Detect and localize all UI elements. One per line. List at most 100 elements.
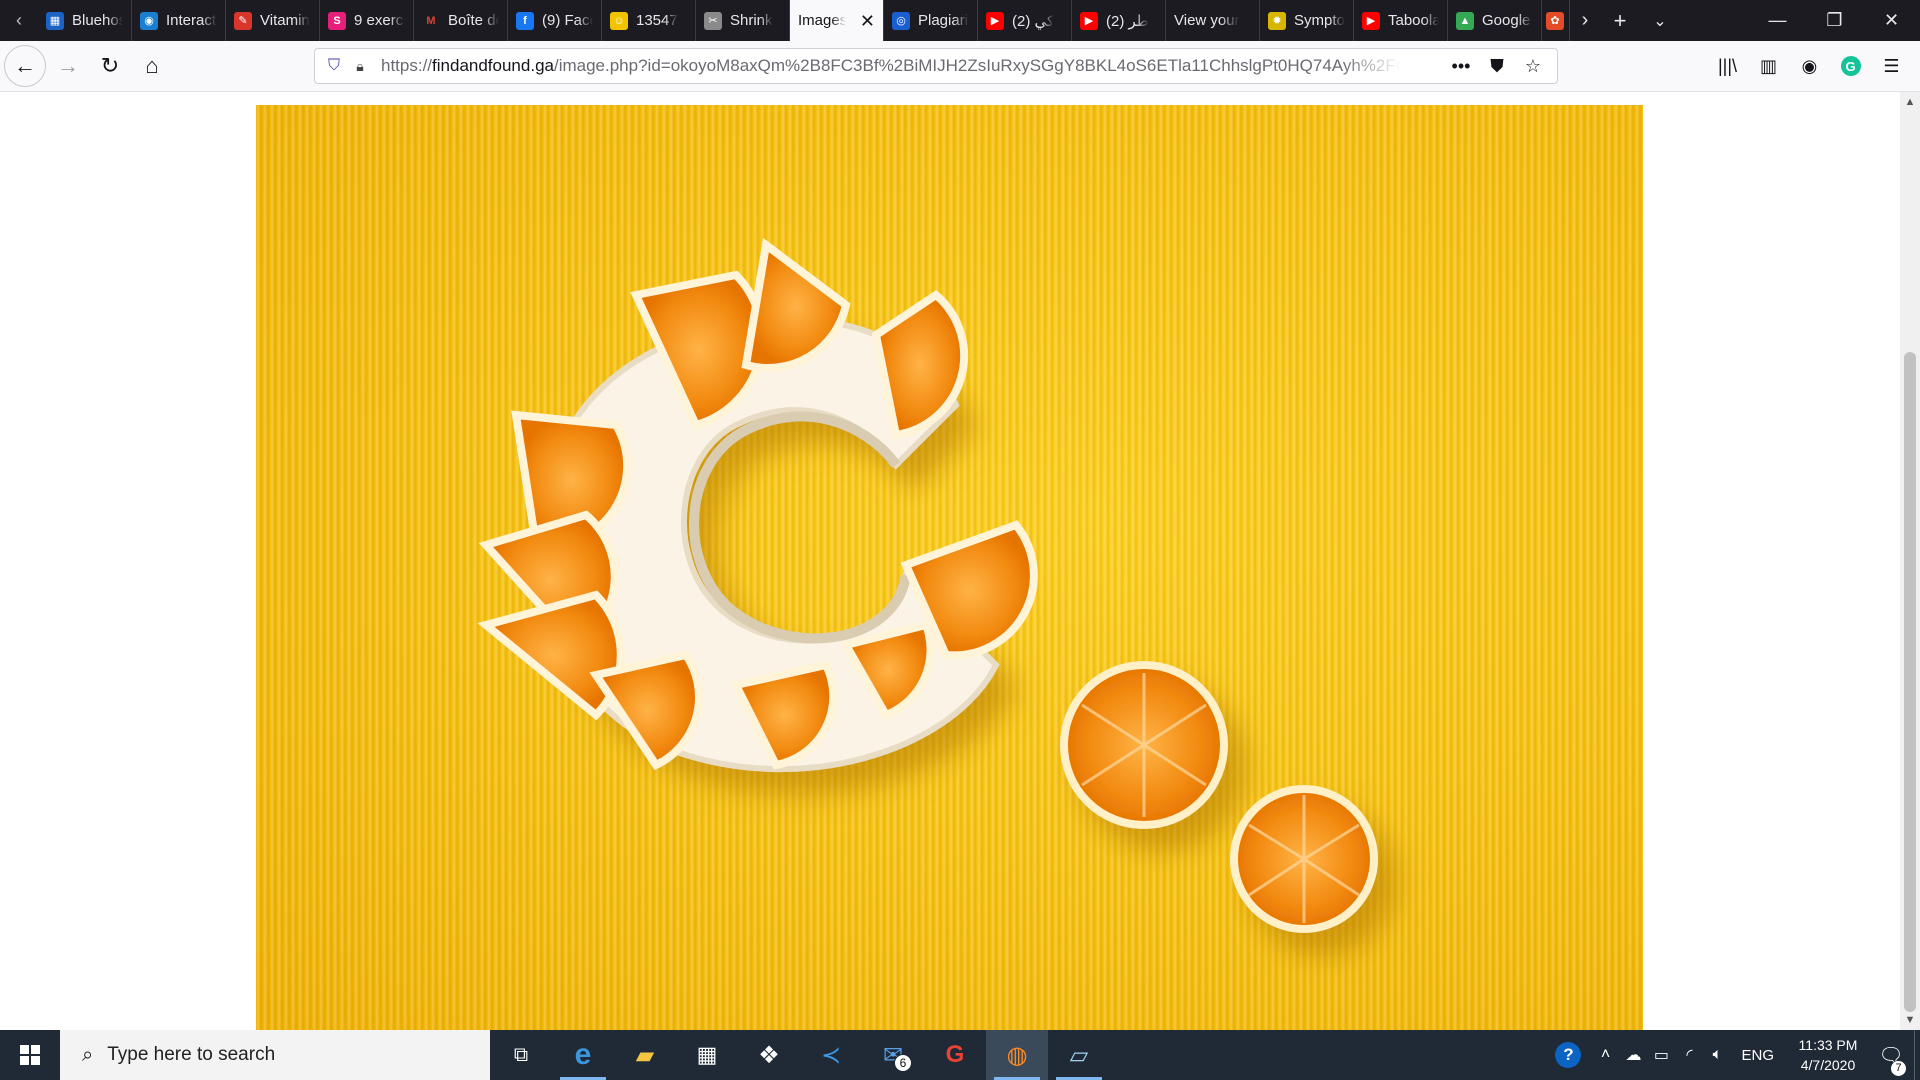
lock-icon[interactable]: 🔒︎ (349, 58, 371, 75)
tracking-protection-shield-icon[interactable]: ⛉ (319, 57, 349, 75)
windows-taskbar: ⌕ Type here to search ⧉ e ▰ ▦ ❖ ≺ ✉ 6 G … (0, 1030, 1920, 1080)
tab-14[interactable]: ▶ Taboola (1354, 0, 1448, 41)
shrink-icon: ✂ (704, 11, 722, 30)
mail-icon[interactable]: ✉ 6 (862, 1030, 924, 1080)
scroll-down-arrow-icon[interactable]: ▼ (1900, 1014, 1920, 1026)
grammarly-extension-icon[interactable]: G (1830, 46, 1871, 86)
tab-title: Boîte de réception (448, 12, 499, 29)
home-button[interactable]: ⌂ (132, 46, 172, 86)
wifi-icon[interactable]: ◜ (1675, 1045, 1703, 1065)
visual-studio-icon[interactable]: ≺ (800, 1030, 862, 1080)
tab-11[interactable]: ▶ (2) طر (1072, 0, 1166, 41)
youtube-icon: ▶ (986, 11, 1004, 30)
google-chrome-icon[interactable]: G (924, 1030, 986, 1080)
tab-13[interactable]: ✹ Symptoms (1260, 0, 1354, 41)
file-explorer-icon[interactable]: ▰ (614, 1030, 676, 1080)
new-tab-button[interactable]: + (1600, 0, 1640, 41)
tab-7[interactable]: ✂ Shrink (696, 0, 790, 41)
close-window-button[interactable]: ✕ (1863, 0, 1920, 41)
notification-count: 7 (1891, 1060, 1906, 1076)
tab-3[interactable]: S 9 exercises (320, 0, 414, 41)
restore-button[interactable]: ❐ (1806, 0, 1863, 41)
list-all-tabs-button[interactable]: ⌄ (1640, 0, 1680, 41)
gmail-icon: M (426, 14, 436, 27)
clock-date: 4/7/2020 (1800, 1057, 1856, 1073)
volume-icon[interactable]: 🔈︎ (1703, 1046, 1731, 1064)
url-text[interactable]: https://findandfound.ga/image.php?id=oko… (381, 56, 1401, 76)
taskbar-search-box[interactable]: ⌕ Type here to search (60, 1030, 490, 1080)
page-actions-menu-icon[interactable]: ••• (1443, 56, 1479, 77)
show-desktop-button[interactable] (1914, 1030, 1920, 1080)
grid-icon: ▦ (46, 11, 64, 30)
tab-scroll-right-button[interactable]: › (1570, 0, 1600, 41)
tab-title: Shrink (730, 12, 773, 29)
tab-title: Google Drive (1482, 12, 1533, 29)
tab-title: Vitamin (260, 12, 310, 29)
back-button[interactable]: ← (4, 45, 46, 87)
pocket-icon[interactable]: ⛊ (1479, 56, 1515, 77)
windows-logo-icon (20, 1045, 40, 1065)
tab-title: View your (1174, 12, 1240, 29)
tab-title: (2) طر (1106, 12, 1149, 30)
tab-title: Interactive (166, 12, 217, 29)
dropbox-icon[interactable]: ❖ (738, 1030, 800, 1080)
tab-9[interactable]: ◎ Plagiarism (884, 0, 978, 41)
show-hidden-icons-chevron-icon[interactable]: ˄ (1591, 1046, 1619, 1064)
tab-15[interactable]: ▲ Google Drive (1448, 0, 1542, 41)
tab-12[interactable]: View your (1166, 0, 1260, 41)
clock[interactable]: 11:33 PM 4/7/2020 (1788, 1035, 1868, 1075)
orange-round-slices (1060, 661, 1378, 933)
start-button[interactable] (0, 1030, 60, 1080)
library-icon[interactable]: |||\ (1707, 46, 1748, 86)
scrollbar-thumb[interactable] (1904, 352, 1916, 1012)
bookmark-star-icon[interactable]: ☆ (1515, 56, 1551, 77)
scroll-up-arrow-icon[interactable]: ▲ (1900, 96, 1920, 108)
forward-button[interactable]: → (48, 46, 88, 86)
facebook-icon: f (516, 11, 534, 30)
tab-10[interactable]: ▶ (2) كي (978, 0, 1072, 41)
tab-1[interactable]: ◉ Interactive (132, 0, 226, 41)
microsoft-store-icon[interactable]: ▦ (676, 1030, 738, 1080)
url-prefix: https:// (381, 56, 433, 75)
tab-strip: ‹ ▦ Bluehost ◉ Interactive ✎ Vitamin S 9 exerci… (0, 0, 1920, 41)
task-view-icon[interactable]: ⧉ (490, 1030, 552, 1080)
firefox-icon[interactable]: ◍ (986, 1030, 1048, 1080)
sidebar-icon[interactable]: ▥ (1748, 46, 1789, 86)
tab-0[interactable]: ▦ Bluehost (38, 0, 132, 41)
minimize-button[interactable]: — (1749, 0, 1806, 41)
mail-badge: 6 (894, 1054, 912, 1072)
youtube-icon: ▶ (1080, 11, 1098, 30)
tab-6[interactable]: ☺ 13547 (602, 0, 696, 41)
address-bar[interactable]: ⛉ 🔒︎ https://findandfound.ga/image.php?i… (314, 48, 1558, 84)
tab-16[interactable]: ✿ (1542, 0, 1570, 41)
drive-icon: ▲ (1456, 11, 1474, 30)
tab-list: ▦ Bluehost ◉ Interactive ✎ Vitamin S 9 exercise… (38, 0, 1570, 41)
tab-title: 13547 (636, 12, 678, 29)
tab-5[interactable]: f (9) Facebook (508, 0, 602, 41)
tab-2[interactable]: ✎ Vitamin (226, 0, 320, 41)
notifications-icon[interactable]: 🗨︎ 7 (1868, 1043, 1914, 1076)
tab-strip-spacer (1680, 0, 1749, 41)
tab-title: Taboola (1388, 12, 1439, 29)
account-icon[interactable]: ◉ (1789, 46, 1830, 86)
tab-4[interactable]: M Boîte de réception (414, 0, 508, 41)
tab-8[interactable]: Images ✕ (790, 0, 884, 41)
tab-title: Images (798, 12, 846, 29)
close-tab-icon[interactable]: ✕ (860, 11, 875, 32)
hamburger-menu-icon[interactable]: ☰ (1871, 46, 1912, 86)
tab-title: (9) Facebook (542, 12, 593, 29)
battery-icon[interactable]: ▭ (1647, 1045, 1675, 1065)
tab-title: 9 exercises (354, 12, 405, 29)
onedrive-cloud-icon[interactable]: ☁ (1619, 1045, 1647, 1065)
notepad-icon[interactable]: ▱ (1048, 1030, 1110, 1080)
help-icon[interactable]: ? (1555, 1042, 1582, 1068)
edge-browser-icon[interactable]: e (552, 1030, 614, 1080)
tab-scroll-left-button[interactable]: ‹ (0, 0, 38, 41)
navigation-toolbar: ← → ↻ ⌂ ⛉ 🔒︎ https://findandfound.ga/ima… (0, 41, 1920, 92)
page-scrollbar[interactable]: ▲ ▼ (1900, 92, 1920, 1030)
plagiarism-icon: ◎ (892, 11, 910, 30)
input-language[interactable]: ENG (1741, 1047, 1774, 1064)
url-path: /image.php?id=okoyoM8axQm%2B8FC3Bf%2BiMI… (553, 56, 1401, 75)
virus-icon: ✹ (1268, 11, 1286, 30)
reload-button[interactable]: ↻ (90, 46, 130, 86)
